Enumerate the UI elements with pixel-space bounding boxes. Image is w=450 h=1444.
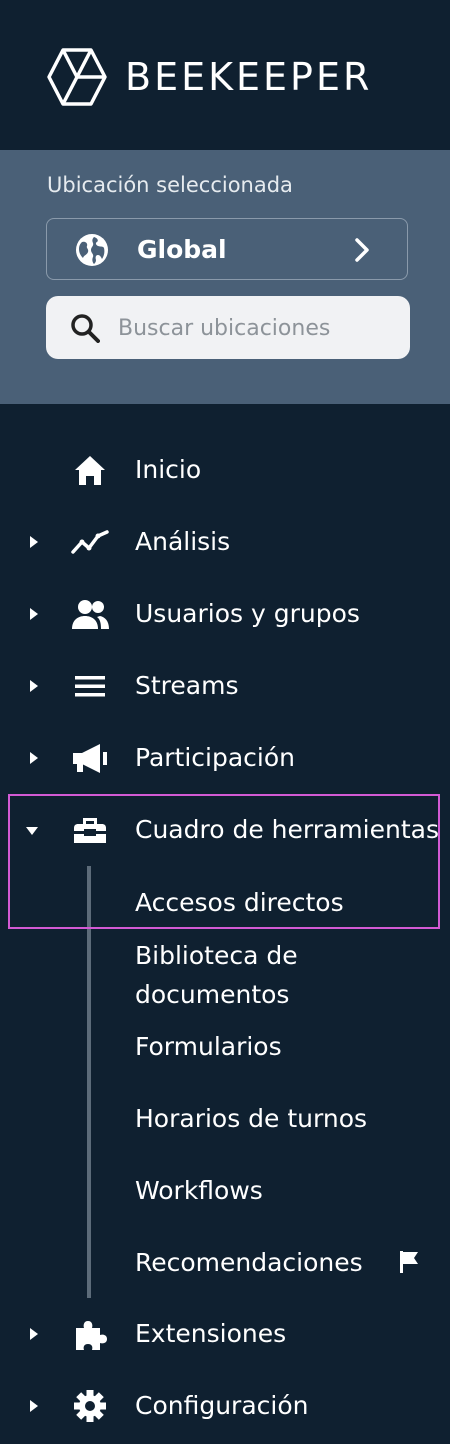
nav-label-engagement: Participación [135,743,296,772]
nav-label-settings: Configuración [135,1391,309,1420]
selected-location: Global [137,235,227,264]
nav-label-users: Usuarios y grupos [135,599,360,628]
caret-right-icon [30,680,38,692]
submenu-item-forms[interactable]: Formularios [135,1027,282,1066]
nav-item-streams[interactable]: Streams [0,656,450,716]
submenu-item-workflows[interactable]: Workflows [135,1171,263,1210]
nav-item-engagement[interactable]: Participación [0,728,450,788]
flag-icon [400,1251,418,1273]
trend-line-icon [71,530,109,554]
search-icon [71,314,100,343]
home-icon [75,456,105,485]
selection-highlight [8,794,440,929]
brand-name: BEEKEEPER [125,55,373,99]
caret-right-icon [30,1400,38,1412]
caret-right-icon [30,752,38,764]
nav-label-home: Inicio [135,455,202,484]
caret-right-icon [30,608,38,620]
caret-right-icon [30,536,38,548]
doc-library-label-line2: documentos [135,980,290,1009]
location-search[interactable] [46,296,410,359]
globe-icon [76,234,108,266]
beekeeper-logo-icon [47,48,107,106]
sidebar-header: BEEKEEPER [0,0,450,150]
caret-right-icon [30,1328,38,1340]
nav-item-users[interactable]: Usuarios y grupos [0,584,450,644]
gear-icon [74,1390,106,1422]
nav-item-extensions[interactable]: Extensiones [0,1304,450,1364]
doc-library-label-line1: Biblioteca de [135,941,298,970]
nav-item-home[interactable]: Inicio [0,440,450,500]
submenu-item-document-library[interactable]: Biblioteca de documentos [135,936,298,1014]
submenu-item-recommendations[interactable]: Recomendaciones [135,1243,363,1282]
chevron-right-icon [355,238,369,262]
puzzle-piece-icon [76,1321,107,1350]
submenu-guide-line [87,866,91,1298]
megaphone-icon [73,744,107,773]
menu-lines-icon [75,676,105,697]
nav-label-extensions: Extensiones [135,1319,287,1348]
nav-label-analytics: Análisis [135,527,231,556]
nav-item-settings[interactable]: Configuración [0,1376,450,1436]
submenu-item-shift-schedules[interactable]: Horarios de turnos [135,1099,367,1138]
search-locations-input[interactable] [116,306,400,350]
nav-item-analytics[interactable]: Análisis [0,512,450,572]
nav-label-streams: Streams [135,671,239,700]
location-label: Ubicación seleccionada [47,173,293,197]
location-selector-button[interactable]: Global [46,218,408,280]
users-icon [72,600,109,629]
